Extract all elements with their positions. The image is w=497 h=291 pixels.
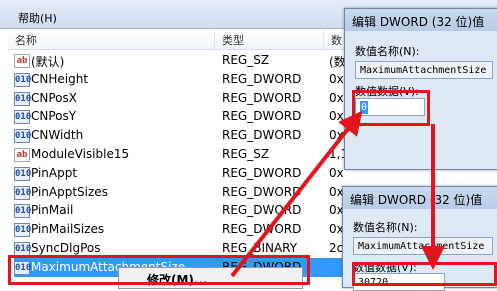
arrow-to-dialog: [230, 110, 363, 278]
annotation-arrows: [230, 110, 445, 278]
